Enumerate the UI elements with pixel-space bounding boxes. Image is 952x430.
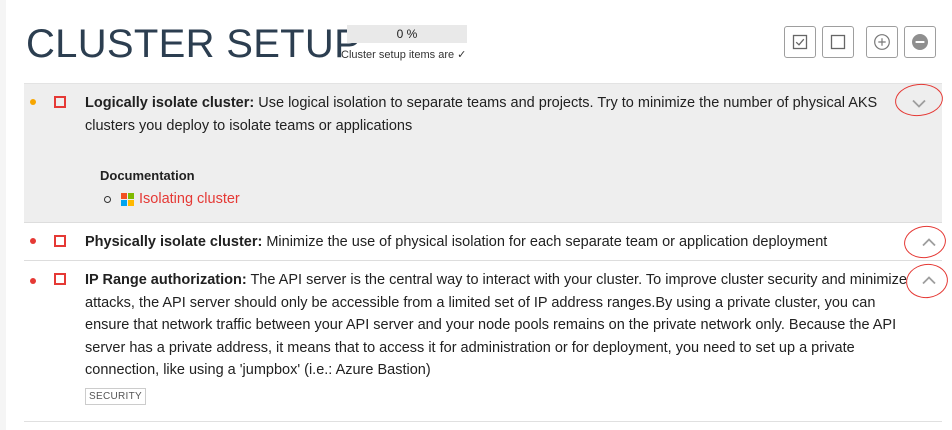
progress-label: 0 % [396,27,418,41]
item-title: Physically isolate cluster: [85,234,263,250]
checked-box-icon [792,34,808,50]
uncheck-all-button[interactable] [822,26,854,58]
documentation-list-item: Isolating cluster [104,188,240,210]
cluster-setup-page: CLUSTER SETUP 0 % Cluster setup items ar… [6,0,952,430]
checklist-item: Physically isolate cluster: Minimize the… [24,222,942,260]
item-text: Physically isolate cluster: Minimize the… [85,231,915,254]
item-text: IP Range authorization: The API server i… [85,269,915,382]
item-title: IP Range authorization: [85,272,247,288]
item-title: Logically isolate cluster: [85,95,255,111]
page-title: CLUSTER SETUP [26,22,362,66]
checklist-item: IP Range authorization: The API server i… [24,260,942,422]
empty-box-icon [830,34,846,50]
check-all-button[interactable] [784,26,816,58]
plus-circle-icon [874,34,890,50]
microsoft-logo-icon [121,192,134,206]
list-bullet [104,195,111,203]
item-checkbox[interactable] [54,273,66,285]
progress-note: Cluster setup items are ✓ [341,49,467,61]
severity-dot [30,99,36,105]
documentation-heading: Documentation [100,168,195,183]
category-tag: SECURITY [85,388,146,405]
minus-circle-icon [912,34,928,50]
item-checkbox[interactable] [54,96,66,108]
collapse-all-button[interactable] [904,26,936,58]
severity-dot [30,278,36,284]
documentation-link[interactable]: Isolating cluster [139,188,240,210]
checklist-item: Logically isolate cluster: Use logical i… [24,83,942,222]
item-description: Minimize the use of physical isolation f… [266,234,828,250]
item-checkbox[interactable] [54,235,66,247]
expand-all-button[interactable] [866,26,898,58]
progress-bar: 0 % [347,25,467,43]
severity-dot [30,238,36,244]
item-text: Logically isolate cluster: Use logical i… [85,92,915,137]
